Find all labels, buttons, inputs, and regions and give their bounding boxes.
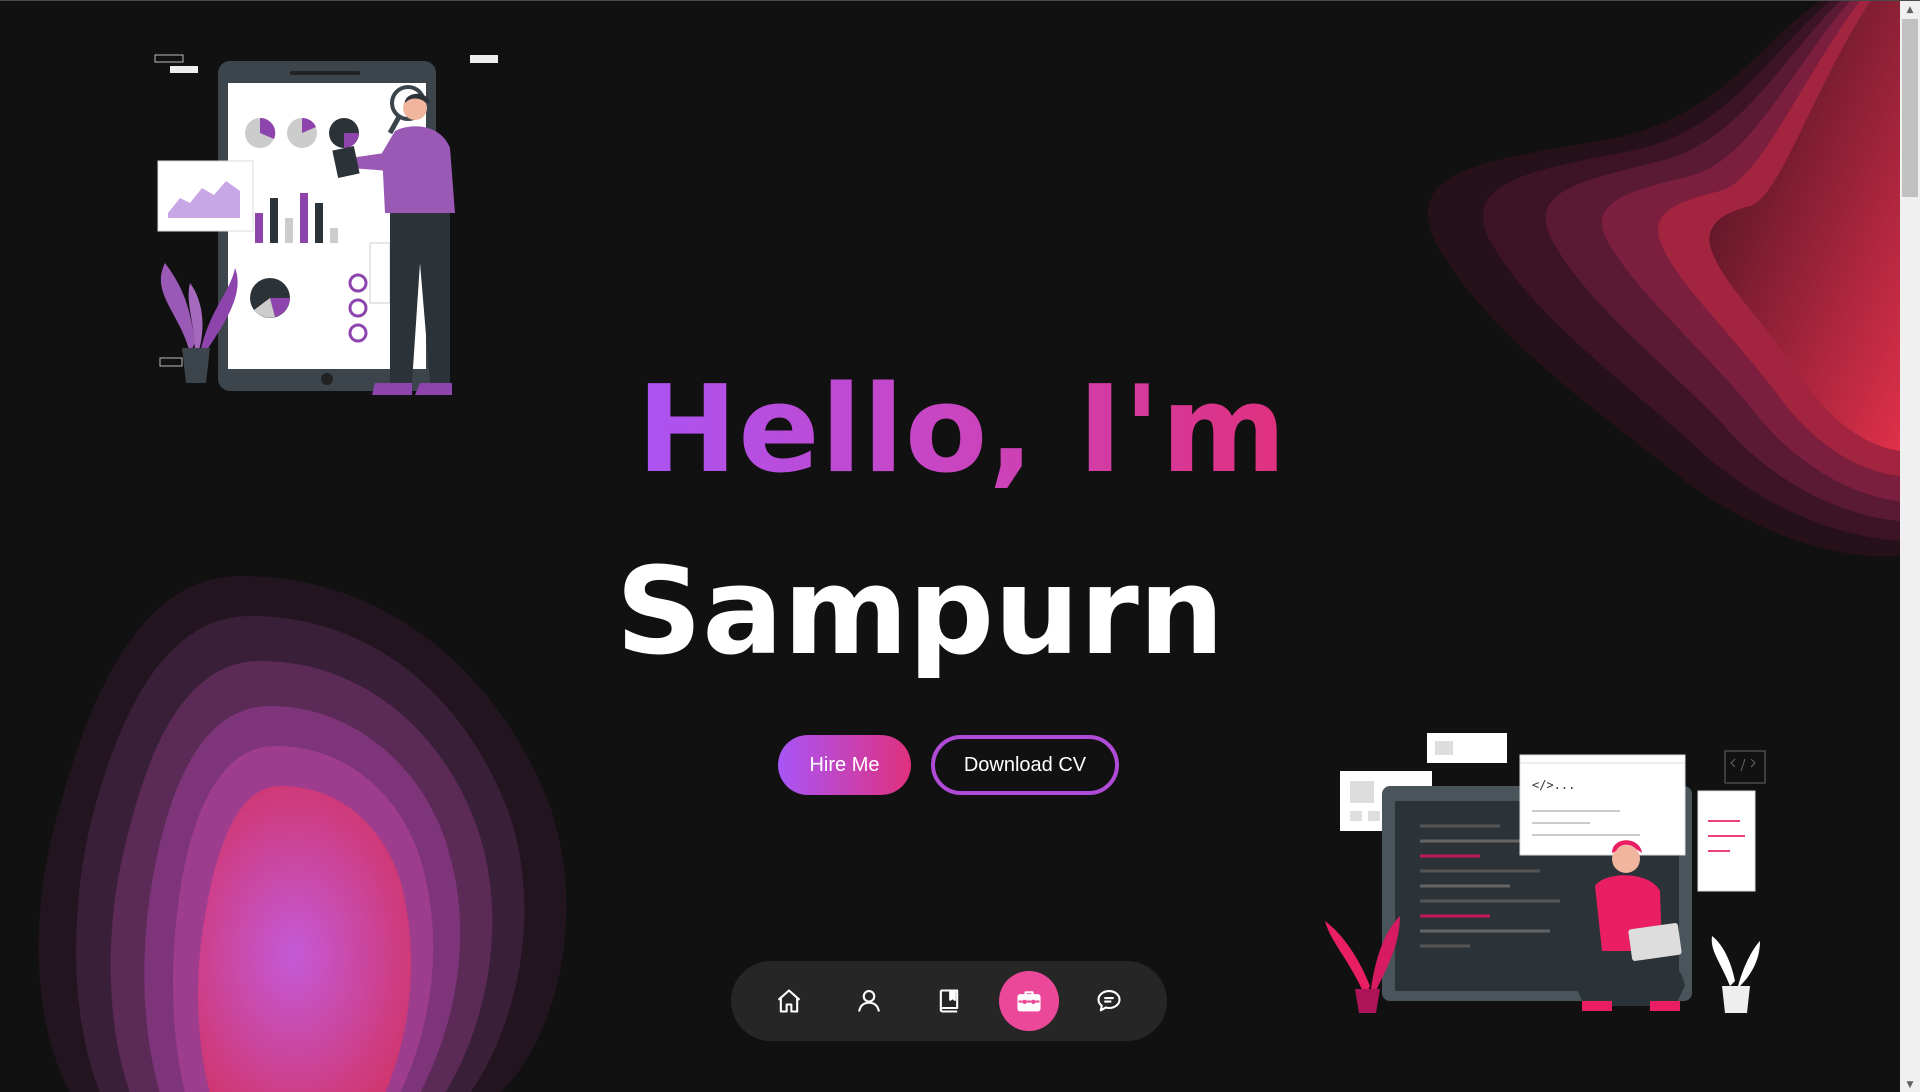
home-icon (777, 989, 801, 1013)
nav-home[interactable] (759, 971, 819, 1031)
greeting-text: Hello, I'm (613, 361, 1287, 500)
page-scrollbar[interactable]: ▲ ▼ (1900, 1, 1920, 1092)
user-icon (858, 990, 880, 1012)
nav-about[interactable] (839, 971, 899, 1031)
nav-contact[interactable] (1079, 971, 1139, 1031)
bottom-nav-dock (731, 961, 1167, 1041)
greeting-heading: Hello, I'm (0, 356, 1900, 506)
nav-portfolio[interactable] (999, 971, 1059, 1031)
chat-icon (1097, 990, 1121, 1012)
nav-experience[interactable] (919, 971, 979, 1031)
hire-me-button[interactable]: Hire Me (778, 735, 911, 795)
hero-section: Hello, I'm Sampurn Hire Me Download CV (0, 1, 1900, 1092)
download-cv-button[interactable]: Download CV (931, 735, 1119, 795)
scrollbar-thumb[interactable] (1902, 19, 1918, 197)
page: </>... Hello, I'm Sampurn Hire Me Downlo… (0, 0, 1920, 1092)
book-icon (939, 989, 959, 1013)
name-heading: Sampurn (615, 543, 1225, 682)
scroll-down-icon[interactable]: ▼ (1900, 1076, 1920, 1092)
cta-buttons: Hire Me Download CV (778, 735, 1119, 795)
briefcase-icon (1017, 991, 1041, 1012)
scroll-up-icon[interactable]: ▲ (1900, 1, 1920, 18)
